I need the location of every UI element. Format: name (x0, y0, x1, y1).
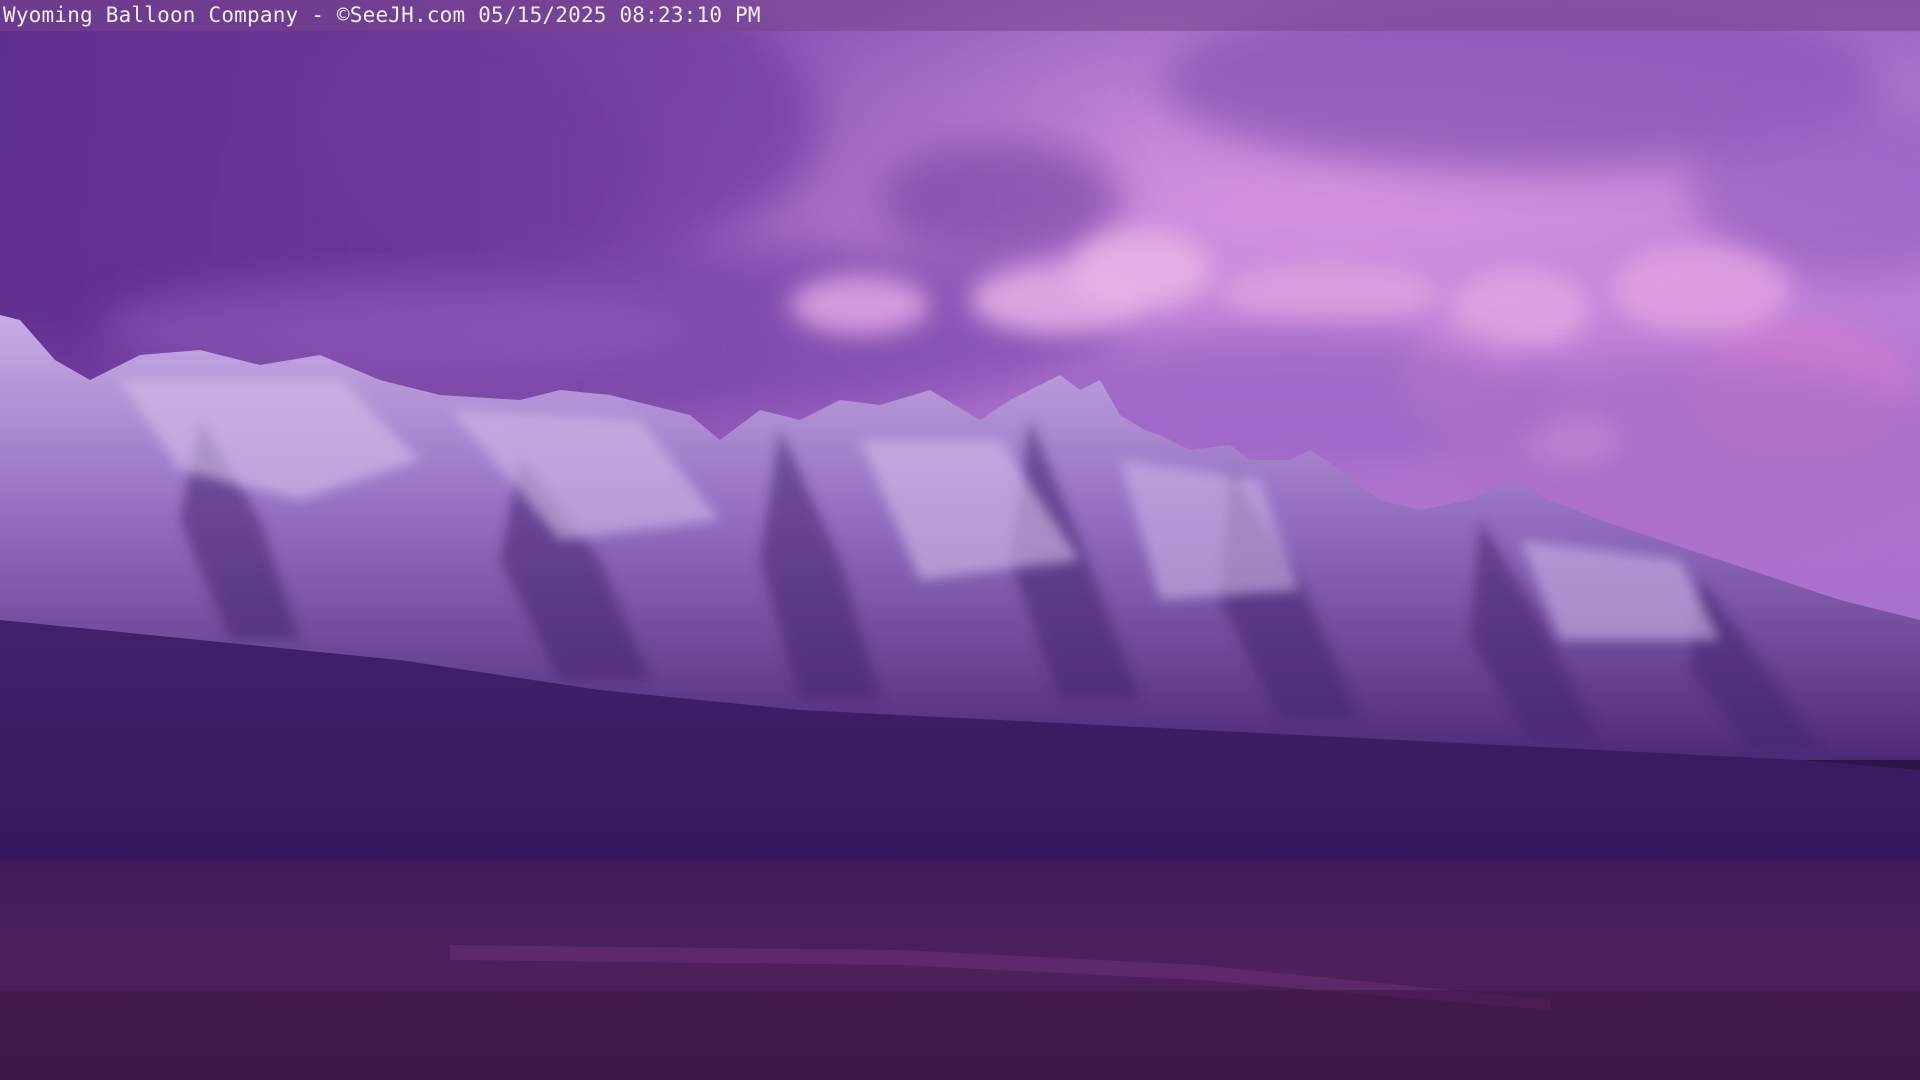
webcam-scene (0, 0, 1920, 1080)
color-tint (0, 0, 1920, 1080)
webcam-frame: Wyoming Balloon Company - ©SeeJH.com 05/… (0, 0, 1920, 1080)
caption-bar: Wyoming Balloon Company - ©SeeJH.com 05/… (0, 0, 1920, 31)
webcam-caption: Wyoming Balloon Company - ©SeeJH.com 05/… (3, 3, 761, 27)
